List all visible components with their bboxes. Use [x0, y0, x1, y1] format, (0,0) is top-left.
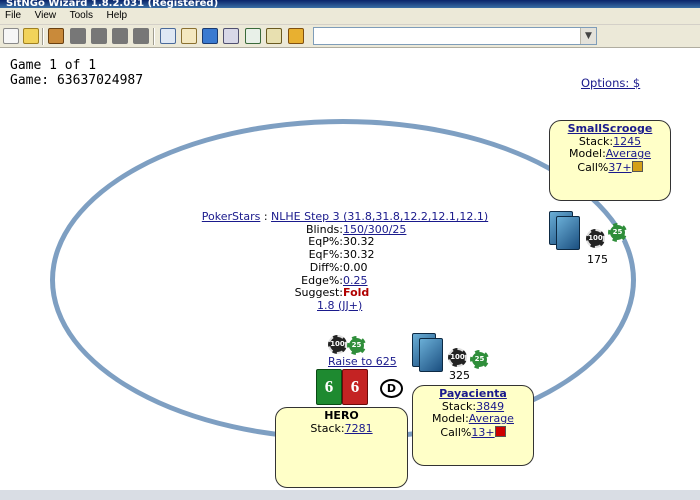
site-link[interactable]: PokerStars — [202, 210, 261, 223]
hero-card-2: 6 — [342, 369, 368, 405]
calculator-icon[interactable] — [223, 28, 239, 44]
open-folder-icon[interactable] — [23, 28, 39, 44]
toolbar-dropdown[interactable]: ▼ — [313, 27, 597, 45]
model-value[interactable]: Average — [606, 147, 651, 160]
copy-icon[interactable] — [160, 28, 176, 44]
model-value[interactable]: Average — [469, 412, 514, 425]
player-call: Call%13+ — [413, 425, 533, 440]
call-value[interactable]: 37+ — [608, 161, 631, 174]
toolbar-separator — [153, 28, 155, 45]
player-model: Model:Average — [569, 147, 651, 160]
settings-icon[interactable] — [288, 28, 304, 44]
eqp-value: 30.32 — [343, 235, 375, 249]
menu-file[interactable]: File — [0, 8, 26, 23]
chip-25: 25 — [470, 350, 489, 369]
blinds-value[interactable]: 150/300/25 — [343, 223, 406, 236]
diff-value: 0.00 — [343, 260, 368, 274]
menu-help[interactable]: Help — [101, 8, 132, 23]
toolbar-separator — [42, 28, 44, 45]
status-bar — [0, 490, 700, 500]
eqf-label: EqF%: — [308, 248, 343, 262]
call-value[interactable]: 13+ — [471, 426, 494, 439]
hero-action-link[interactable]: Raise to 625 — [328, 355, 397, 368]
menu-bar: File View Tools Help — [0, 8, 700, 25]
chip-25: 25 — [347, 336, 366, 355]
dealer-button: D — [380, 379, 403, 398]
menu-view[interactable]: View — [30, 8, 62, 23]
save-icon[interactable] — [202, 28, 218, 44]
chevron-down-icon[interactable]: ▼ — [580, 28, 596, 44]
edge-value[interactable]: 0.25 — [343, 274, 368, 287]
call-color-swatch — [494, 425, 506, 437]
folded-cards-payacienta — [419, 338, 443, 372]
range-link[interactable]: 1.8 (JJ+) — [317, 299, 362, 312]
call-color-swatch — [631, 160, 643, 172]
suggest-value: Fold — [343, 286, 370, 300]
stack-value[interactable]: 1245 — [613, 135, 641, 148]
toolbar: ▼ — [0, 25, 700, 48]
bet-amount-payacienta: 325 — [449, 369, 470, 382]
player-stack: Stack:7281 — [310, 421, 373, 435]
game-info: Game 1 of 1 Game: 63637024987 — [10, 58, 143, 88]
structure-link[interactable]: NLHE Step 3 (31.8,31.8,12.2,12.1,12.1) — [271, 210, 488, 223]
suggest-label: Suggest: — [294, 286, 343, 300]
home-icon[interactable] — [48, 28, 64, 44]
diff-label: Diff%: — [309, 260, 343, 274]
player-model: Model:Average — [432, 412, 514, 425]
chip-25: 25 — [608, 223, 627, 242]
gray-square-icon[interactable] — [70, 28, 86, 44]
paste-icon[interactable] — [181, 28, 197, 44]
bet-amount-smallscrooge: 175 — [587, 253, 608, 266]
gray-square-icon[interactable] — [133, 28, 149, 44]
window-title-bar: SitNGo Wizard 1.8.2.031 (Registered) — [0, 0, 700, 8]
game-id: Game: 63637024987 — [10, 73, 144, 88]
new-file-icon[interactable] — [3, 28, 19, 44]
stack-value[interactable]: 3849 — [476, 400, 504, 413]
chip-100: 100 — [448, 348, 467, 367]
player-box-smallscrooge: SmallScrooge Stack:1245 Model:Average Ca… — [549, 120, 671, 201]
structure-separator: : — [260, 210, 272, 223]
menu-tools[interactable]: Tools — [65, 8, 98, 23]
hero-card-1: 6 — [316, 369, 342, 405]
chip-100: 100 — [328, 335, 347, 354]
stack-value[interactable]: 7281 — [345, 422, 373, 435]
chart-icon[interactable] — [245, 28, 261, 44]
game-counter: Game 1 of 1 — [10, 58, 97, 73]
chip-100: 100 — [586, 229, 605, 248]
gray-square-icon[interactable] — [91, 28, 107, 44]
edit-icon[interactable] — [266, 28, 282, 44]
range-row: 1.8 (JJ+) — [150, 299, 540, 313]
gray-square-icon[interactable] — [112, 28, 128, 44]
eqf-value: 30.32 — [343, 248, 375, 262]
folded-cards-smallscrooge — [556, 216, 580, 250]
options-link[interactable]: Options: $ — [581, 76, 640, 90]
player-box-hero: HERO Stack:7281 — [275, 407, 408, 488]
player-call: Call%37+ — [550, 160, 670, 175]
player-box-payacienta: Payacienta Stack:3849 Model:Average Call… — [412, 385, 534, 466]
hand-info-panel: PokerStars : NLHE Step 3 (31.8,31.8,12.2… — [150, 210, 540, 313]
